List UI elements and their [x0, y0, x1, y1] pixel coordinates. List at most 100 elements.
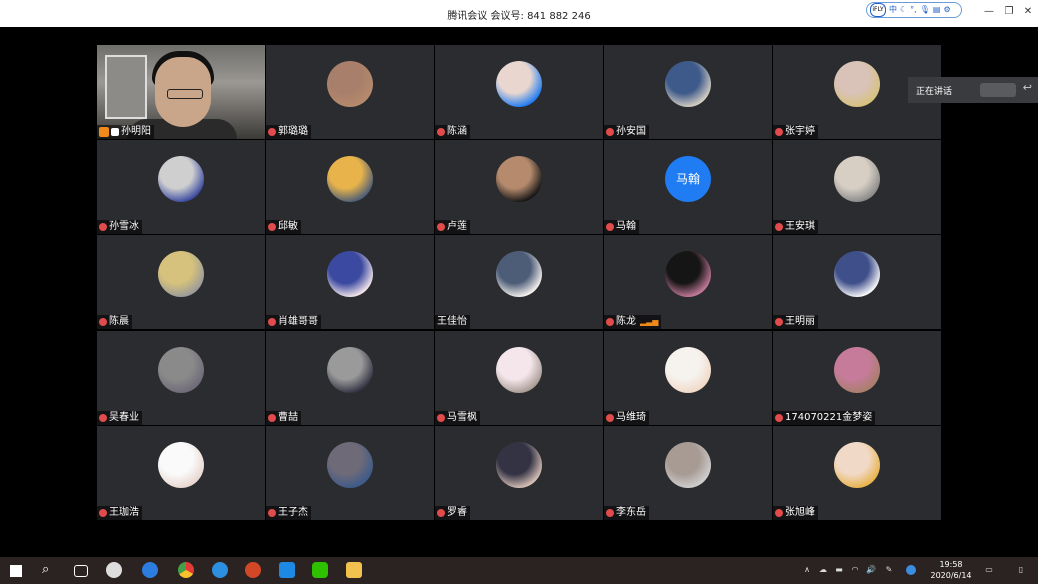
cloud-icon[interactable]: ☁ — [818, 565, 828, 575]
participant-tile[interactable]: 罗睿 — [435, 425, 603, 520]
avatar — [327, 346, 373, 393]
participant-name-tag: 王珈浩 — [97, 505, 142, 520]
clock[interactable]: 19:58 2020/6/14 — [930, 559, 972, 581]
task-view-icon[interactable] — [74, 565, 88, 577]
participant-name-tag: 张宇婷 — [773, 125, 818, 139]
participant-name-tag: 孙明阳 — [97, 125, 154, 139]
participant-name: 王子杰 — [278, 506, 308, 518]
participant-name-tag: 王安琪 — [773, 220, 818, 235]
ime-lang-toggle[interactable]: 中 — [889, 3, 897, 17]
participant-name-tag: 肖雄哥哥 — [266, 315, 321, 330]
participant-name-tag: 邱敏 — [266, 220, 301, 235]
muted-microphone-icon — [99, 413, 107, 422]
wechat-icon[interactable] — [312, 562, 328, 578]
avatar — [496, 156, 542, 203]
participant-tile[interactable]: 马翰 马翰 — [604, 140, 772, 235]
edge-icon[interactable] — [212, 562, 228, 578]
participant-name-tag: 王佳怡 — [435, 315, 470, 330]
participant-name: 174070221金梦姿 — [785, 411, 873, 423]
show-desktop-icon[interactable]: ▯ — [1016, 565, 1026, 575]
participant-name-tag: 郭璐璐 — [266, 125, 311, 139]
signal-strength-icon: ▂▃▅ — [640, 317, 659, 327]
participant-tile[interactable]: 孙安国 — [604, 45, 772, 139]
speaking-indicator[interactable]: 正在讲话 ↩ — [908, 77, 1038, 103]
participant-tile[interactable]: 陈晨 — [97, 235, 265, 330]
tencent-meeting-icon[interactable] — [279, 562, 295, 578]
search-icon[interactable]: ⌕ — [42, 562, 58, 578]
speaker-avatar — [980, 83, 1016, 97]
muted-microphone-icon — [99, 318, 107, 327]
participant-name: 曹喆 — [278, 411, 298, 423]
participant-tile[interactable]: 肖雄哥哥 — [266, 235, 434, 330]
microphone-icon[interactable]: 🎙 — [920, 3, 930, 17]
gear-icon[interactable]: ⚙ — [943, 3, 950, 17]
file-explorer-icon[interactable] — [346, 562, 362, 578]
avatar — [834, 61, 880, 107]
chrome-icon[interactable] — [178, 562, 194, 578]
avatar — [327, 61, 373, 107]
participant-tile[interactable]: 吴春业 — [97, 330, 265, 425]
speaking-label: 正在讲话 — [916, 87, 953, 97]
participant-name-tag: 张旭峰 — [773, 505, 818, 520]
minimize-button[interactable]: — — [980, 4, 998, 20]
participant-tile[interactable]: 孙雪冰 — [97, 140, 265, 235]
meeting-stage: 孙明阳 郭璐璐 陈涵 孙安国 张宇婷孙雪冰 邱敏 卢莲 马翰 马翰 王安琪陈晨肖雄哥哥 王佳怡 陈龙 ▂… — [0, 27, 1038, 557]
close-button[interactable]: ✕ — [1019, 4, 1037, 20]
participant-tile[interactable]: 郭璐璐 — [266, 45, 434, 139]
muted-microphone-icon — [606, 508, 614, 517]
muted-microphone-icon — [268, 413, 276, 422]
participant-name-tag: 王明丽 — [773, 315, 818, 330]
participant-name: 马翰 — [616, 221, 636, 233]
moon-icon[interactable]: ☾ — [900, 3, 907, 17]
wifi-icon[interactable]: ◠ — [850, 565, 860, 575]
participant-tile[interactable]: 李东岳 — [604, 425, 772, 520]
notification-icon[interactable]: ▭ — [984, 565, 994, 575]
participant-tile[interactable]: 王明丽 — [773, 235, 941, 330]
avatar — [665, 61, 711, 107]
muted-microphone-icon — [775, 318, 783, 327]
ime-toolbar[interactable]: iFLY 中 ☾ °, 🎙 ▤ ⚙ — [866, 2, 962, 18]
muted-microphone-icon — [268, 508, 276, 517]
avatar — [496, 346, 542, 393]
participant-name-tag: 陈涵 — [435, 125, 470, 139]
volume-icon[interactable]: 🔊 — [866, 565, 876, 575]
participant-tile[interactable]: 邱敏 — [266, 140, 434, 235]
participant-tile[interactable]: 陈龙 ▂▃▅ — [604, 235, 772, 330]
participant-tile[interactable]: 174070221金梦姿 — [773, 330, 941, 425]
muted-microphone-icon — [437, 128, 445, 136]
participant-tile[interactable]: 王佳怡 — [435, 235, 603, 330]
avatar — [496, 441, 542, 488]
chevron-up-icon[interactable]: ∧ — [802, 565, 812, 575]
participant-tile[interactable]: 孙明阳 — [97, 45, 265, 139]
return-icon[interactable]: ↩ — [1023, 81, 1032, 94]
avatar — [158, 251, 204, 298]
participant-tile[interactable]: 马维琦 — [604, 330, 772, 425]
pinwheel-app-icon[interactable] — [106, 562, 122, 578]
muted-microphone-icon — [99, 508, 107, 517]
windows-start-icon[interactable] — [10, 565, 22, 577]
participant-tile[interactable]: 卢莲 — [435, 140, 603, 235]
participant-tile[interactable]: 马雪枫 — [435, 330, 603, 425]
participant-tile[interactable]: 张旭峰 — [773, 425, 941, 520]
participant-tile[interactable]: 王珈浩 — [97, 425, 265, 520]
participant-tile[interactable]: 曹喆 — [266, 330, 434, 425]
participant-name-tag: 马维琦 — [604, 410, 649, 425]
participant-tile[interactable]: 王安琪 — [773, 140, 941, 235]
microphone-icon — [111, 128, 119, 136]
pen-icon[interactable]: ✎ — [884, 565, 894, 575]
punctuation-icon[interactable]: °, — [910, 3, 917, 17]
avatar — [158, 156, 204, 203]
clock-time: 19:58 — [939, 560, 963, 569]
browser-tray-icon[interactable] — [906, 565, 916, 575]
muted-microphone-icon — [437, 223, 445, 232]
taskbar: ⌕ ∧ ☁ ▬ ◠ 🔊 ✎ 19:58 2020/6/14 ▭ ▯ — [0, 557, 1038, 584]
participant-tile[interactable]: 陈涵 — [435, 45, 603, 139]
keyboard-icon[interactable]: ▤ — [933, 3, 941, 17]
powerpoint-icon[interactable] — [245, 562, 261, 578]
participant-name: 肖雄哥哥 — [278, 316, 318, 328]
ie-browser-icon[interactable] — [142, 562, 158, 578]
participant-tile[interactable]: 王子杰 — [266, 425, 434, 520]
restore-button[interactable]: ❐ — [1000, 4, 1018, 20]
tray-app-icon[interactable]: ▬ — [834, 565, 844, 575]
participant-name: 王明丽 — [785, 316, 815, 328]
